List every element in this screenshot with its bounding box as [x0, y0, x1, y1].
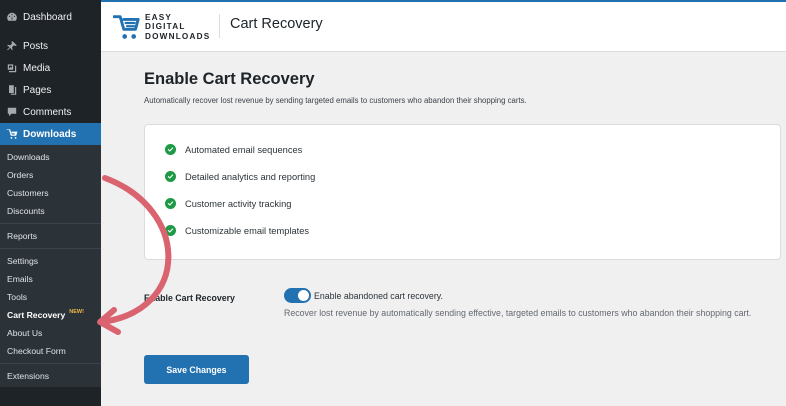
admin-sidebar: Dashboard Posts Media Pages Comments Dow… [0, 0, 101, 406]
features-card: Automated email sequences Detailed analy… [144, 124, 781, 260]
new-badge: NEW! [69, 309, 84, 315]
feature-label: Customer activity tracking [185, 198, 292, 209]
page-header: EASY DIGITAL DOWNLOADS Cart Recovery [101, 2, 786, 52]
sidebar-item-label: Pages [23, 84, 52, 96]
page-title: Enable Cart Recovery [144, 70, 315, 88]
submenu-item-emails[interactable]: Emails [0, 270, 101, 288]
sidebar-item-label: Posts [23, 40, 49, 52]
edd-logo-icon [113, 14, 140, 39]
comment-icon [5, 106, 18, 119]
sidebar-item-label: Media [23, 62, 51, 74]
save-changes-button[interactable]: Save Changes [144, 355, 249, 384]
submenu-separator [0, 363, 101, 364]
sidebar-item-label: Comments [23, 106, 72, 118]
check-circle-icon [165, 225, 176, 236]
feature-label: Detailed analytics and reporting [185, 171, 316, 182]
dashboard-icon [5, 11, 18, 24]
toggle-label[interactable]: Enable abandoned cart recovery. [314, 291, 443, 301]
submenu-item-label: Cart Recovery [7, 310, 66, 320]
enable-cart-recovery-toggle[interactable] [284, 288, 311, 303]
logo-line: EASY [145, 13, 173, 22]
submenu-item-settings[interactable]: Settings [0, 252, 101, 270]
downloads-submenu: Downloads Orders Customers Discounts Rep… [0, 145, 101, 387]
submenu-item-tools[interactable]: Tools [0, 288, 101, 306]
header-divider [219, 14, 220, 38]
submenu-item-extensions[interactable]: Extensions [0, 367, 101, 385]
edd-logo: EASY DIGITAL DOWNLOADS [113, 13, 210, 41]
logo-line: DOWNLOADS [145, 31, 211, 41]
pin-icon [5, 40, 18, 53]
pages-icon [5, 84, 18, 97]
logo-line: DIGITAL [145, 22, 186, 32]
sidebar-item-label: Downloads [23, 128, 77, 140]
media-icon [5, 62, 18, 75]
submenu-item-reports[interactable]: Reports [0, 227, 101, 245]
submenu-item-discounts[interactable]: Discounts [0, 202, 101, 220]
sidebar-item-downloads[interactable]: Downloads [0, 123, 101, 145]
edd-cart-icon [5, 128, 18, 141]
feature-item: Detailed analytics and reporting [165, 171, 315, 182]
setting-label: Enable Cart Recovery [144, 293, 235, 303]
submenu-item-about-us[interactable]: About Us [0, 324, 101, 342]
sidebar-item-media[interactable]: Media [0, 57, 101, 79]
submenu-separator [0, 223, 101, 224]
feature-item: Customer activity tracking [165, 198, 291, 209]
feature-item: Automated email sequences [165, 144, 302, 155]
sidebar-item-posts[interactable]: Posts [0, 35, 101, 57]
setting-help-text: Recover lost revenue by automatically se… [284, 308, 752, 318]
edd-logo-wordmark: EASY DIGITAL DOWNLOADS [145, 13, 210, 41]
check-circle-icon [165, 171, 176, 182]
submenu-item-orders[interactable]: Orders [0, 166, 101, 184]
submenu-item-customers[interactable]: Customers [0, 184, 101, 202]
sidebar-item-pages[interactable]: Pages [0, 79, 101, 101]
page-header-title: Cart Recovery [230, 16, 323, 32]
feature-label: Customizable email templates [185, 225, 310, 236]
sidebar-item-label: Dashboard [23, 11, 72, 23]
submenu-separator [0, 248, 101, 249]
feature-label: Automated email sequences [185, 144, 303, 155]
check-circle-icon [165, 144, 176, 155]
submenu-item-downloads[interactable]: Downloads [0, 148, 101, 166]
toggle-knob [298, 290, 309, 301]
sidebar-item-comments[interactable]: Comments [0, 101, 101, 123]
sidebar-item-dashboard[interactable]: Dashboard [0, 6, 101, 28]
submenu-item-cart-recovery[interactable]: Cart Recovery NEW! [0, 306, 101, 324]
submenu-item-checkout-form[interactable]: Checkout Form [0, 342, 101, 360]
check-circle-icon [165, 198, 176, 209]
page-description: Automatically recover lost revenue by se… [144, 96, 527, 105]
feature-item: Customizable email templates [165, 225, 309, 236]
